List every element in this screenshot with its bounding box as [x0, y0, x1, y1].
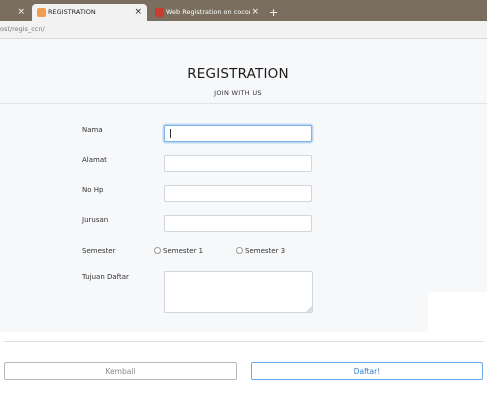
- semester-3-label[interactable]: Semester 3: [245, 247, 285, 255]
- alamat-label: Alamat: [82, 156, 107, 164]
- site-favicon-icon: [155, 8, 164, 17]
- submit-button[interactable]: Daftar!: [251, 362, 483, 380]
- panel-edge: [428, 292, 487, 332]
- url-text[interactable]: ost/regis_ccn/: [0, 21, 45, 38]
- close-tab-icon[interactable]: ×: [251, 4, 259, 21]
- semester-3-radio[interactable]: [236, 247, 243, 254]
- nama-input[interactable]: [164, 125, 312, 142]
- tujuan-label: Tujuan Daftar: [82, 273, 129, 281]
- jurusan-input[interactable]: [164, 215, 312, 232]
- semester-1-radio[interactable]: [154, 247, 161, 254]
- page-subtitle: JOIN WITH US: [214, 89, 262, 97]
- header-divider: [0, 103, 487, 104]
- nama-label: Nama: [82, 126, 103, 134]
- browser-tab-web-registration[interactable]: Web Registration on coconut.or.i ×: [150, 4, 264, 21]
- address-bar[interactable]: ost/regis_ccn/: [0, 21, 487, 39]
- browser-tab-registration[interactable]: REGISTRATION ×: [32, 4, 147, 21]
- jurusan-label: Jurusan: [82, 216, 109, 224]
- semester-label: Semester: [82, 247, 116, 255]
- footer-divider: [4, 341, 484, 342]
- close-tab-icon[interactable]: ×: [134, 4, 142, 21]
- tab-title: Web Registration on coconut.or.i: [166, 8, 250, 16]
- close-tab-icon[interactable]: ×: [17, 4, 25, 21]
- tujuan-textarea[interactable]: [164, 271, 313, 313]
- page-title: REGISTRATION: [187, 66, 289, 82]
- tab-title: REGISTRATION: [48, 8, 96, 16]
- site-favicon-icon: [37, 8, 46, 17]
- text-cursor: [170, 129, 171, 138]
- alamat-input[interactable]: [164, 155, 312, 172]
- browser-tab-previous[interactable]: ×: [0, 4, 30, 21]
- nohp-label: No Hp: [82, 186, 104, 194]
- nohp-input[interactable]: [164, 185, 312, 202]
- new-tab-button[interactable]: +: [269, 4, 278, 21]
- resize-grip-icon[interactable]: [307, 307, 312, 312]
- back-button[interactable]: Kembali: [4, 362, 237, 380]
- semester-1-label[interactable]: Semester 1: [163, 247, 203, 255]
- browser-tab-strip: × REGISTRATION × Web Registration on coc…: [0, 0, 487, 21]
